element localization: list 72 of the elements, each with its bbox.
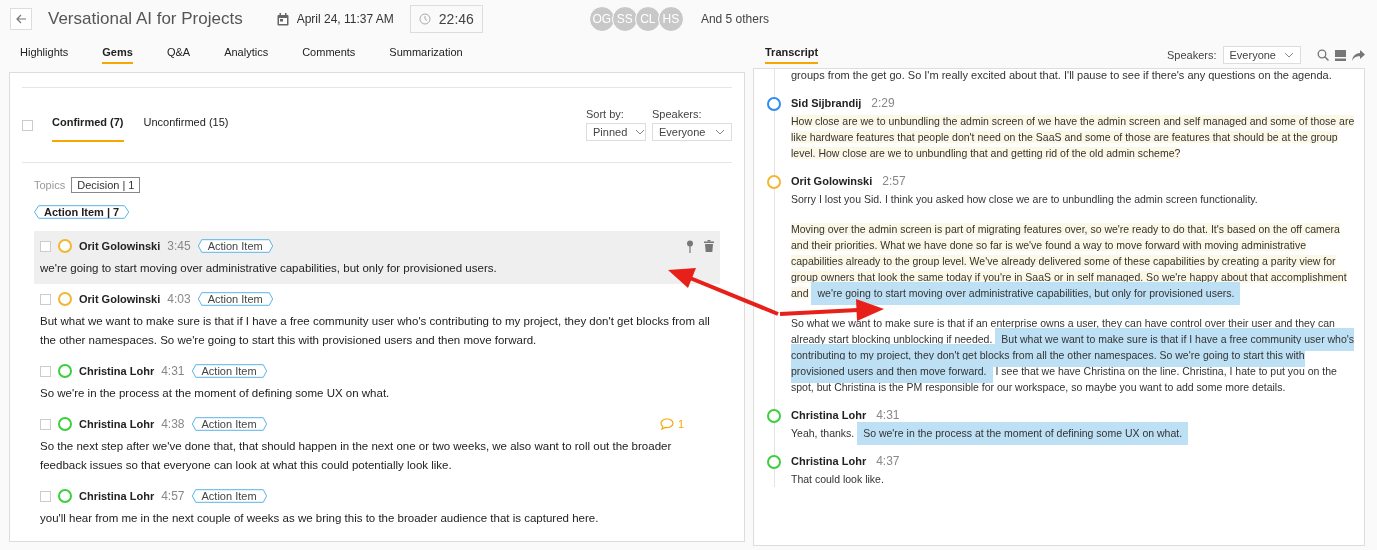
speaker-name: Christina Lohr — [79, 418, 155, 430]
gem-text: you'll hear from me in the next couple of weeks as we bring this to the broader audience that is captured here. — [40, 511, 600, 526]
gem-checkbox[interactable] — [40, 293, 51, 305]
search-icon[interactable] — [1317, 49, 1329, 61]
filter-tab[interactable]: Unconfirmed (15) — [143, 88, 229, 142]
tab[interactable]: Q&A — [166, 46, 191, 64]
speaker-name: Christina Lohr — [791, 409, 867, 421]
panel-icon[interactable] — [1335, 49, 1346, 61]
tab[interactable]: Gems — [102, 46, 133, 64]
topic-chip[interactable]: Decision | 1 — [71, 177, 141, 193]
transcript-paragraph: How close are we to unbundling the admin screen of we have the admin screen and self managed and some of those are like hardware features that people don't need on the SaaS and some of those are features that should be at the group level. How close are we to unbundling that and getting rid of the old admin scheme? — [791, 114, 1356, 161]
timestamp[interactable]: 4:31 — [161, 364, 185, 378]
action-item-tag[interactable]: Action Item — [197, 292, 273, 306]
transcript-paragraph: That could look like. — [791, 472, 885, 487]
speaker-name: Christina Lohr — [79, 490, 155, 502]
trash-icon[interactable] — [704, 240, 714, 252]
gem-text: But what we want to make sure is that if I have a free community user who's contributing to my project, they don't get blocks from all the other namespaces. So we're going to start this with provisioned users and then move forward. — [40, 314, 711, 348]
chevron-icon — [1284, 52, 1294, 58]
speakers-label: Speakers: — [652, 108, 703, 120]
meeting-title: Versational AI for Projects — [48, 9, 243, 29]
topic-group-tag[interactable]: Action Item | 7 — [34, 205, 130, 219]
gem-checkbox[interactable] — [40, 240, 51, 252]
tab[interactable]: Highlights — [20, 46, 69, 64]
meeting-date: April 24, 11:37 AM — [296, 12, 394, 26]
tab[interactable]: Summarization — [389, 46, 463, 64]
tab[interactable]: Comments — [302, 46, 356, 64]
timestamp[interactable]: 4:31 — [876, 408, 900, 422]
action-item-tag[interactable]: Action Item — [191, 364, 267, 378]
sort-dropdown[interactable]: Pinned — [586, 123, 646, 141]
speaker-name: Sid Sijbrandij — [791, 97, 862, 109]
tab[interactable]: Analytics — [224, 46, 269, 64]
speakers-dropdown[interactable]: Everyone — [652, 123, 732, 141]
action-item-tag[interactable]: Action Item — [197, 239, 273, 253]
timestamp[interactable]: 4:03 — [167, 292, 191, 306]
transcript-text: groups from the get go. So I'm really excited about that. I'll pause to see if there's any questions on the agenda. — [791, 69, 1333, 83]
speaker-name: Orit Golowinski — [79, 240, 161, 252]
speaker-name: Christina Lohr — [791, 455, 867, 467]
transcript-paragraph: Sorry I lost you Sid. I think you asked how close we are to unbundling the admin screen functionality. — [791, 192, 1259, 207]
timestamp[interactable]: 4:37 — [876, 454, 900, 468]
pin-icon[interactable] — [686, 239, 694, 253]
gem-text: So the next step after we've done that, that should happen in the next one or two weeks, we also want to roll out the broader feedback issues so that everyone can look at what this could potentially look like. — [40, 439, 673, 473]
gem-checkbox[interactable] — [40, 365, 51, 377]
timestamp[interactable]: 4:57 — [161, 489, 185, 503]
chevron-icon — [715, 129, 725, 135]
chevron-icon — [635, 129, 646, 135]
timestamp[interactable]: 2:29 — [871, 96, 895, 110]
share-icon[interactable] — [1352, 49, 1365, 61]
transcript-tab[interactable]: Transcript — [765, 46, 819, 64]
gem-text: So we're in the process at the moment of defining some UX on what. — [40, 386, 391, 401]
back-button[interactable] — [10, 8, 32, 30]
action-item-tag[interactable]: Action Item — [191, 489, 267, 503]
action-item-tag[interactable]: Action Item — [191, 417, 267, 431]
filter-tab[interactable]: Confirmed (7) — [52, 88, 124, 142]
speaker-name: Orit Golowinski — [791, 175, 873, 187]
more-participants[interactable]: And 5 others — [700, 12, 769, 26]
timestamp[interactable]: 4:38 — [161, 417, 185, 431]
comment-icon[interactable] — [659, 418, 674, 430]
gem-text: we're going to start moving over administrative capabilities, but only for provisioned users. — [40, 261, 498, 276]
clock-icon — [418, 13, 431, 25]
duration-display: 22:46 — [409, 5, 483, 33]
speakers-dropdown[interactable]: Everyone — [1222, 46, 1301, 64]
timestamp[interactable]: 2:57 — [882, 174, 906, 188]
speaker-name: Christina Lohr — [79, 365, 155, 377]
speaker-name: Orit Golowinski — [79, 293, 161, 305]
speakers-label: Speakers: — [1167, 49, 1217, 61]
select-all-checkbox[interactable] — [22, 120, 33, 131]
sort-label: Sort by: — [586, 108, 625, 120]
gem-checkbox[interactable] — [40, 418, 51, 430]
topics-label: Topics — [34, 179, 66, 191]
gem-checkbox[interactable] — [40, 490, 51, 502]
calendar-icon — [276, 12, 289, 26]
back-arrow-icon[interactable] — [15, 13, 27, 25]
